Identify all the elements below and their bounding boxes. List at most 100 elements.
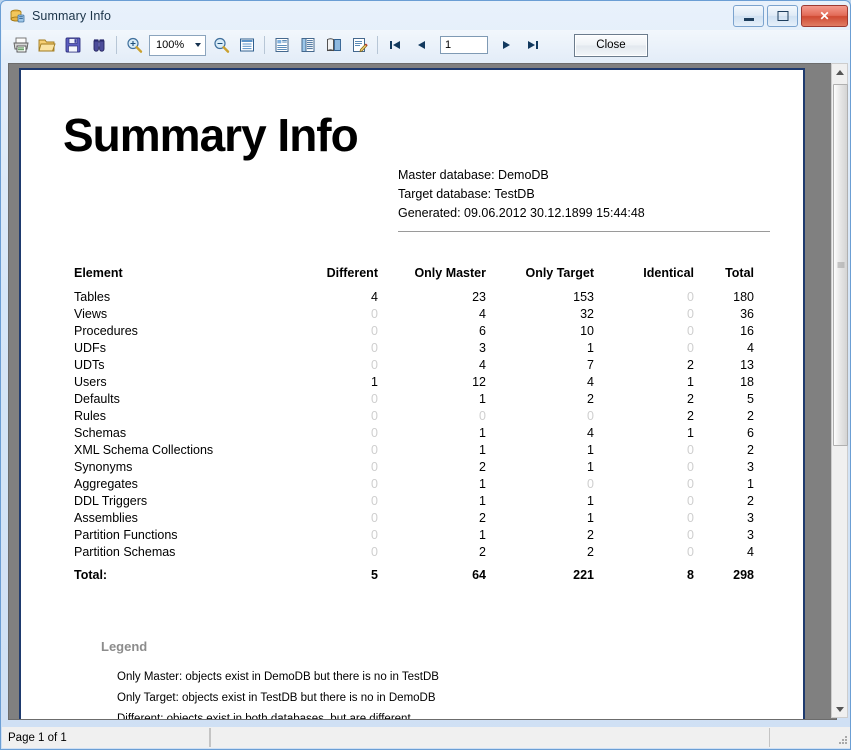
table-row: Tables 4 23 153 0 180: [74, 288, 754, 305]
close-window-button[interactable]: ✕: [801, 5, 848, 27]
single-page-button[interactable]: [270, 33, 294, 57]
open-button[interactable]: [35, 33, 59, 57]
zoom-in-button[interactable]: [122, 33, 146, 57]
window-title: Summary Info: [32, 8, 112, 23]
total-total: 298: [733, 568, 754, 582]
zoom-in-icon: [125, 36, 143, 54]
cell-total: 2: [747, 442, 754, 457]
zoom-level-value: 100%: [156, 39, 185, 51]
scroll-up-button[interactable]: [832, 64, 847, 80]
cell-total: 6: [747, 425, 754, 440]
cell-element: Aggregates: [74, 476, 138, 491]
summary-table-head: Element Different Only Master Only Targe…: [74, 266, 754, 288]
cell-identical: 0: [687, 340, 694, 355]
scroll-down-button[interactable]: [832, 701, 847, 717]
edit-report-button[interactable]: [348, 33, 372, 57]
cell-only-master: 2: [479, 510, 486, 525]
total-label: Total:: [74, 568, 108, 582]
table-row: Partition Schemas 0 2 2 0 4: [74, 543, 754, 560]
multi-page-icon: [299, 36, 317, 54]
column-header-element: Element: [74, 266, 123, 280]
whole-page-button[interactable]: [235, 33, 259, 57]
multi-page-button[interactable]: [296, 33, 320, 57]
cell-different: 0: [371, 510, 378, 525]
total-only-master: 64: [472, 568, 486, 582]
cell-different: 0: [371, 544, 378, 559]
scrollbar-thumb[interactable]: [833, 84, 848, 446]
cell-total: 2: [747, 493, 754, 508]
facing-pages-icon: [325, 36, 343, 54]
cell-different: 0: [371, 476, 378, 491]
print-button[interactable]: [9, 33, 33, 57]
legend-lines: Only Master: objects exist in DemoDB but…: [117, 667, 439, 719]
cell-identical: 0: [687, 544, 694, 559]
metadata-divider: [398, 231, 770, 232]
table-row: Procedures 0 6 10 0 16: [74, 322, 754, 339]
save-button[interactable]: [61, 33, 85, 57]
minimize-button[interactable]: [733, 5, 764, 27]
first-page-button[interactable]: [383, 33, 407, 57]
window-controls: ✕: [733, 5, 848, 27]
cell-only-master: 1: [479, 493, 486, 508]
cell-element: Views: [74, 306, 108, 321]
report-content: Summary Info Master database: DemoDB Tar…: [21, 70, 803, 719]
cell-total: 18: [740, 374, 754, 389]
summary-table: Element Different Only Master Only Targe…: [74, 266, 754, 584]
first-page-icon: [388, 38, 402, 52]
cell-element: DDL Triggers: [74, 493, 148, 508]
cell-only-master: 0: [479, 408, 486, 423]
cell-different: 0: [371, 425, 378, 440]
maximize-button[interactable]: [767, 5, 798, 27]
title-bar: Summary Info ✕: [1, 1, 850, 30]
cell-only-master: 4: [479, 357, 486, 372]
cell-total: 13: [740, 357, 754, 372]
cell-identical: 0: [687, 289, 694, 304]
cell-total: 16: [740, 323, 754, 338]
cell-only-target: 32: [580, 306, 594, 321]
table-header-row: Element Different Only Master Only Targe…: [74, 266, 754, 288]
report-title: Summary Info: [63, 109, 359, 161]
table-row: UDTs 0 4 7 2 13: [74, 356, 754, 373]
zoom-level-combobox[interactable]: 100%: [149, 34, 206, 56]
app-db-icon: [9, 8, 25, 24]
next-page-button[interactable]: [495, 33, 519, 57]
table-row: XML Schema Collections 0 1 1 0 2: [74, 441, 754, 458]
close-button[interactable]: Close: [574, 33, 648, 57]
vertical-scrollbar[interactable]: [831, 63, 848, 718]
last-page-button[interactable]: [521, 33, 545, 57]
facing-pages-button[interactable]: [322, 33, 346, 57]
cell-only-target: 4: [587, 425, 594, 440]
cell-only-target: 2: [587, 544, 594, 559]
single-page-icon: [273, 36, 291, 54]
preview-viewport: Summary Info Master database: DemoDB Tar…: [8, 63, 837, 720]
page-number-value: 1: [445, 39, 452, 51]
table-row: Synonyms 0 2 1 0 3: [74, 458, 754, 475]
summary-table-body: Tables 4 23 153 0 180 Views 0 4 32 0 36 Procedures 0 6…: [74, 288, 754, 560]
cell-different: 0: [371, 459, 378, 474]
cell-only-target: 1: [587, 459, 594, 474]
edit-report-icon: [351, 36, 369, 54]
zoom-out-button[interactable]: [209, 33, 233, 57]
close-icon: ✕: [819, 9, 830, 23]
legend-title: Legend: [101, 639, 148, 654]
cell-total: 180: [733, 289, 754, 304]
cell-different: 0: [371, 391, 378, 406]
page-number-input[interactable]: 1: [440, 36, 488, 54]
cell-element: Schemas: [74, 425, 127, 440]
find-button[interactable]: [87, 33, 111, 57]
chevron-down-icon[interactable]: [195, 43, 201, 47]
previous-page-button[interactable]: [409, 33, 433, 57]
cell-element: Users: [74, 374, 107, 389]
resize-grip-icon[interactable]: [837, 734, 849, 746]
open-folder-icon: [38, 36, 56, 54]
cell-total: 4: [747, 340, 754, 355]
table-row: Aggregates 0 1 0 0 1: [74, 475, 754, 492]
total-only-target: 221: [573, 568, 594, 582]
cell-identical: 1: [687, 374, 694, 389]
total-different: 5: [371, 568, 378, 582]
toolbar-separator: [377, 36, 378, 54]
generated-line: Generated: 09.06.2012 30.12.1899 15:44:4…: [398, 206, 645, 220]
target-database-line: Target database: TestDB: [398, 187, 535, 201]
cell-identical: 0: [687, 510, 694, 525]
cell-total: 4: [747, 544, 754, 559]
